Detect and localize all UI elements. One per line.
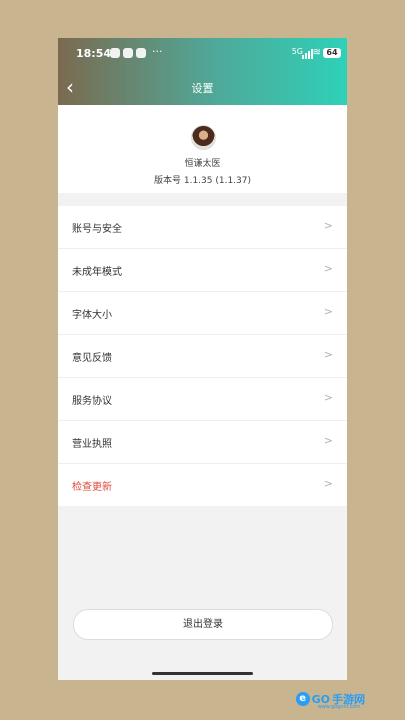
- avatar: [191, 125, 216, 150]
- settings-item-label: 意见反馈: [72, 353, 112, 364]
- profile-section: 恒谦太医 版本号 1.1.35 (1.1.37): [58, 105, 347, 193]
- chevron-right-icon: >: [323, 219, 333, 232]
- phone-screen: 18:54 ··· 5G ≋ 64 ‹ 设置 恒谦太医 版本号 1.1.35 (…: [58, 38, 347, 680]
- settings-item-minor-mode[interactable]: 未成年模式 >: [58, 249, 347, 292]
- brand-logo-icon: e: [295, 692, 310, 706]
- battery-icon: 64: [323, 48, 341, 58]
- settings-item-font-size[interactable]: 字体大小 >: [58, 292, 347, 335]
- home-indicator: [152, 672, 253, 675]
- chevron-right-icon: >: [323, 305, 333, 318]
- status-bar: 18:54 ··· 5G ≋ 64: [58, 45, 347, 62]
- watermark-logo: e GO 手游网 www.gogonl.com: [295, 691, 365, 710]
- settings-item-label: 字体大小: [72, 310, 112, 321]
- settings-item-feedback[interactable]: 意见反馈 >: [58, 335, 347, 378]
- notification-icons: [110, 48, 146, 58]
- wechat-icon: [123, 48, 133, 58]
- version-label: 版本号 1.1.35 (1.1.37): [154, 176, 251, 186]
- chevron-right-icon: >: [323, 434, 333, 447]
- chevron-right-icon: >: [323, 262, 333, 275]
- settings-item-account-security[interactable]: 账号与安全 >: [58, 206, 347, 249]
- wifi-icon: ≋: [312, 47, 321, 58]
- settings-list: 账号与安全 > 未成年模式 > 字体大小 > 意见反馈 > 服务协议 > 营业执…: [58, 206, 347, 506]
- chevron-right-icon: >: [323, 477, 333, 490]
- logout-button[interactable]: 退出登录: [73, 609, 333, 640]
- wechat-icon: [110, 48, 120, 58]
- status-time: 18:54: [76, 47, 112, 60]
- chevron-right-icon: >: [323, 348, 333, 361]
- app-icon: [136, 48, 146, 58]
- page-title: 设置: [191, 82, 214, 95]
- settings-item-label: 未成年模式: [72, 267, 122, 278]
- settings-item-service-agreement[interactable]: 服务协议 >: [58, 378, 347, 421]
- settings-item-business-license[interactable]: 营业执照 >: [58, 421, 347, 464]
- settings-item-label: 账号与安全: [72, 224, 122, 235]
- header-bar: 18:54 ··· 5G ≋ 64 ‹ 设置: [58, 38, 347, 105]
- watermark-url: www.gogonl.com: [317, 704, 361, 710]
- settings-item-check-update[interactable]: 检查更新 >: [58, 464, 347, 506]
- more-notifications: ···: [152, 45, 163, 58]
- chevron-right-icon: >: [323, 391, 333, 404]
- settings-item-label: 检查更新: [72, 482, 112, 493]
- signal-icon: [302, 48, 313, 59]
- profile-name: 恒谦太医: [184, 159, 221, 169]
- settings-item-label: 服务协议: [72, 396, 112, 407]
- settings-item-label: 营业执照: [72, 439, 112, 450]
